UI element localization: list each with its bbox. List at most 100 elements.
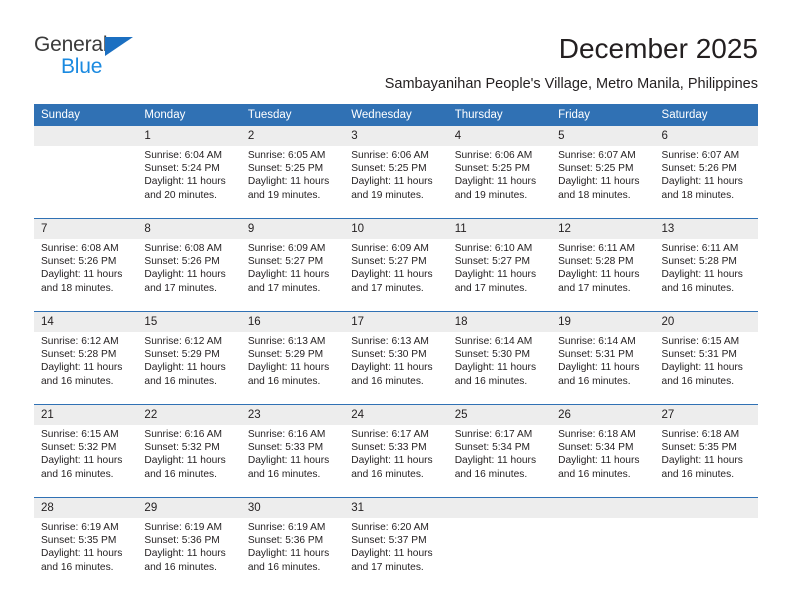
day-number[interactable]: 6	[654, 126, 758, 146]
day-number[interactable]: 21	[34, 404, 138, 425]
day-number[interactable]: 7	[34, 218, 138, 239]
logo-triangle-icon	[105, 37, 133, 56]
daylight-text-line2: and 18 minutes.	[558, 189, 631, 201]
day-number[interactable]: 31	[344, 497, 448, 518]
logo-word-blue: Blue	[61, 55, 103, 78]
daylight-text-line2: and 16 minutes.	[661, 468, 735, 480]
day-number[interactable]: 19	[551, 311, 655, 332]
week-row-details: Sunrise: 6:08 AM Sunset: 5:26 PM Dayligh…	[34, 239, 758, 312]
sunset-text: Sunset: 5:34 PM	[558, 442, 634, 454]
day-number[interactable]: 14	[34, 311, 138, 332]
sunset-text: Sunset: 5:25 PM	[351, 163, 427, 175]
day-number[interactable]: 3	[344, 126, 448, 146]
day-cell[interactable]: Sunrise: 6:19 AM Sunset: 5:36 PM Dayligh…	[137, 518, 241, 590]
day-number[interactable]: 22	[137, 404, 241, 425]
sunset-text: Sunset: 5:26 PM	[41, 256, 117, 268]
day-cell[interactable]: Sunrise: 6:14 AM Sunset: 5:30 PM Dayligh…	[447, 332, 552, 405]
sunrise-text: Sunrise: 6:15 AM	[661, 336, 740, 347]
day-cell[interactable]: Sunrise: 6:16 AM Sunset: 5:32 PM Dayligh…	[137, 425, 241, 498]
day-cell[interactable]: Sunrise: 6:05 AM Sunset: 5:25 PM Dayligh…	[240, 146, 345, 219]
day-number[interactable]: 10	[344, 218, 448, 239]
daylight-text-line1: Daylight: 11 hours	[454, 269, 537, 281]
sunset-text: Sunset: 5:29 PM	[144, 349, 220, 361]
daylight-text-line1: Daylight: 11 hours	[558, 269, 640, 281]
day-cell[interactable]: Sunrise: 6:19 AM Sunset: 5:36 PM Dayligh…	[240, 518, 345, 590]
daylight-text-line1: Daylight: 11 hours	[351, 362, 433, 374]
day-cell[interactable]: Sunrise: 6:19 AM Sunset: 5:35 PM Dayligh…	[34, 518, 138, 590]
day-number[interactable]: 28	[34, 497, 138, 518]
day-number[interactable]: 1	[137, 126, 241, 146]
day-cell[interactable]: Sunrise: 6:13 AM Sunset: 5:29 PM Dayligh…	[240, 332, 345, 405]
day-cell[interactable]: Sunrise: 6:11 AM Sunset: 5:28 PM Dayligh…	[654, 239, 758, 312]
calendar-header-row: Sunday Monday Tuesday Wednesday Thursday…	[34, 104, 758, 126]
day-number[interactable]: 5	[551, 126, 655, 146]
sunset-text: Sunset: 5:27 PM	[351, 256, 427, 268]
day-number[interactable]: 2	[240, 126, 345, 146]
day-cell[interactable]: Sunrise: 6:09 AM Sunset: 5:27 PM Dayligh…	[240, 239, 345, 312]
day-cell[interactable]: Sunrise: 6:06 AM Sunset: 5:25 PM Dayligh…	[447, 146, 552, 219]
sunset-text: Sunset: 5:33 PM	[351, 442, 427, 454]
sunrise-text: Sunrise: 6:19 AM	[41, 522, 119, 533]
sunrise-text: Sunrise: 6:13 AM	[351, 336, 429, 347]
day-cell[interactable]: Sunrise: 6:13 AM Sunset: 5:30 PM Dayligh…	[344, 332, 448, 405]
day-cell[interactable]: Sunrise: 6:07 AM Sunset: 5:26 PM Dayligh…	[654, 146, 758, 219]
day-number[interactable]: 30	[240, 497, 345, 518]
day-cell[interactable]: Sunrise: 6:09 AM Sunset: 5:27 PM Dayligh…	[344, 239, 448, 312]
day-number[interactable]: 16	[240, 311, 345, 332]
day-number[interactable]: 23	[240, 404, 345, 425]
day-cell[interactable]: Sunrise: 6:06 AM Sunset: 5:25 PM Dayligh…	[344, 146, 448, 219]
day-number[interactable]: 25	[447, 404, 552, 425]
sunrise-text: Sunrise: 6:12 AM	[41, 336, 119, 347]
day-cell[interactable]: Sunrise: 6:11 AM Sunset: 5:28 PM Dayligh…	[551, 239, 655, 312]
page-header: General Blue December 2025 Sambayanihan …	[0, 0, 792, 96]
day-number[interactable]: 20	[654, 311, 758, 332]
sunrise-text: Sunrise: 6:14 AM	[454, 336, 533, 347]
day-cell[interactable]: Sunrise: 6:08 AM Sunset: 5:26 PM Dayligh…	[34, 239, 138, 312]
sunset-text: Sunset: 5:27 PM	[247, 256, 324, 268]
day-number[interactable]: 17	[344, 311, 448, 332]
day-number[interactable]: 12	[551, 218, 655, 239]
day-cell[interactable]: Sunrise: 6:10 AM Sunset: 5:27 PM Dayligh…	[447, 239, 552, 312]
day-cell[interactable]: Sunrise: 6:07 AM Sunset: 5:25 PM Dayligh…	[551, 146, 655, 219]
day-number[interactable]: 15	[137, 311, 241, 332]
day-number[interactable]: 26	[551, 404, 655, 425]
day-cell[interactable]: Sunrise: 6:18 AM Sunset: 5:34 PM Dayligh…	[551, 425, 655, 498]
day-number[interactable]: 11	[447, 218, 552, 239]
day-number[interactable]: 4	[447, 126, 552, 146]
daylight-text-line1: Daylight: 11 hours	[558, 362, 640, 374]
day-number[interactable]: 24	[344, 404, 448, 425]
sunset-text: Sunset: 5:30 PM	[351, 349, 427, 361]
daylight-text-line2: and 16 minutes.	[661, 375, 735, 387]
daylight-text-line2: and 16 minutes.	[247, 561, 321, 573]
day-number[interactable]: 29	[137, 497, 241, 518]
day-cell[interactable]: Sunrise: 6:08 AM Sunset: 5:26 PM Dayligh…	[137, 239, 241, 312]
day-cell[interactable]: Sunrise: 6:15 AM Sunset: 5:31 PM Dayligh…	[654, 332, 758, 405]
day-number[interactable]: 27	[654, 404, 758, 425]
sunrise-text: Sunrise: 6:17 AM	[351, 429, 429, 440]
day-number[interactable]: 8	[137, 218, 241, 239]
day-cell[interactable]: Sunrise: 6:15 AM Sunset: 5:32 PM Dayligh…	[34, 425, 138, 498]
daylight-text-line1: Daylight: 11 hours	[247, 455, 330, 467]
sunrise-text: Sunrise: 6:09 AM	[247, 243, 326, 254]
day-cell[interactable]: Sunrise: 6:20 AM Sunset: 5:37 PM Dayligh…	[344, 518, 448, 590]
day-cell[interactable]: Sunrise: 6:18 AM Sunset: 5:35 PM Dayligh…	[654, 425, 758, 498]
calendar-body: 1 2 3 4 5 6 Sunrise: 6:04 AM Sunset: 5:2…	[34, 126, 758, 590]
day-number[interactable]: 18	[447, 311, 552, 332]
day-cell[interactable]: Sunrise: 6:12 AM Sunset: 5:28 PM Dayligh…	[34, 332, 138, 405]
sunrise-text: Sunrise: 6:16 AM	[144, 429, 223, 440]
sunset-text: Sunset: 5:35 PM	[661, 442, 737, 454]
daylight-text-line1: Daylight: 11 hours	[41, 269, 123, 281]
day-cell[interactable]: Sunrise: 6:04 AM Sunset: 5:24 PM Dayligh…	[137, 146, 241, 219]
sunrise-text: Sunrise: 6:20 AM	[351, 522, 429, 533]
day-cell[interactable]: Sunrise: 6:17 AM Sunset: 5:34 PM Dayligh…	[447, 425, 552, 498]
calendar-table: Sunday Monday Tuesday Wednesday Thursday…	[34, 104, 758, 590]
sunset-text: Sunset: 5:25 PM	[247, 163, 324, 175]
day-cell[interactable]: Sunrise: 6:16 AM Sunset: 5:33 PM Dayligh…	[240, 425, 345, 498]
day-cell[interactable]: Sunrise: 6:12 AM Sunset: 5:29 PM Dayligh…	[137, 332, 241, 405]
day-number[interactable]: 13	[654, 218, 758, 239]
sunrise-text: Sunrise: 6:16 AM	[247, 429, 326, 440]
day-cell[interactable]: Sunrise: 6:17 AM Sunset: 5:33 PM Dayligh…	[344, 425, 448, 498]
daylight-text-line1: Daylight: 11 hours	[144, 269, 226, 281]
day-number[interactable]: 9	[240, 218, 345, 239]
day-cell[interactable]: Sunrise: 6:14 AM Sunset: 5:31 PM Dayligh…	[551, 332, 655, 405]
